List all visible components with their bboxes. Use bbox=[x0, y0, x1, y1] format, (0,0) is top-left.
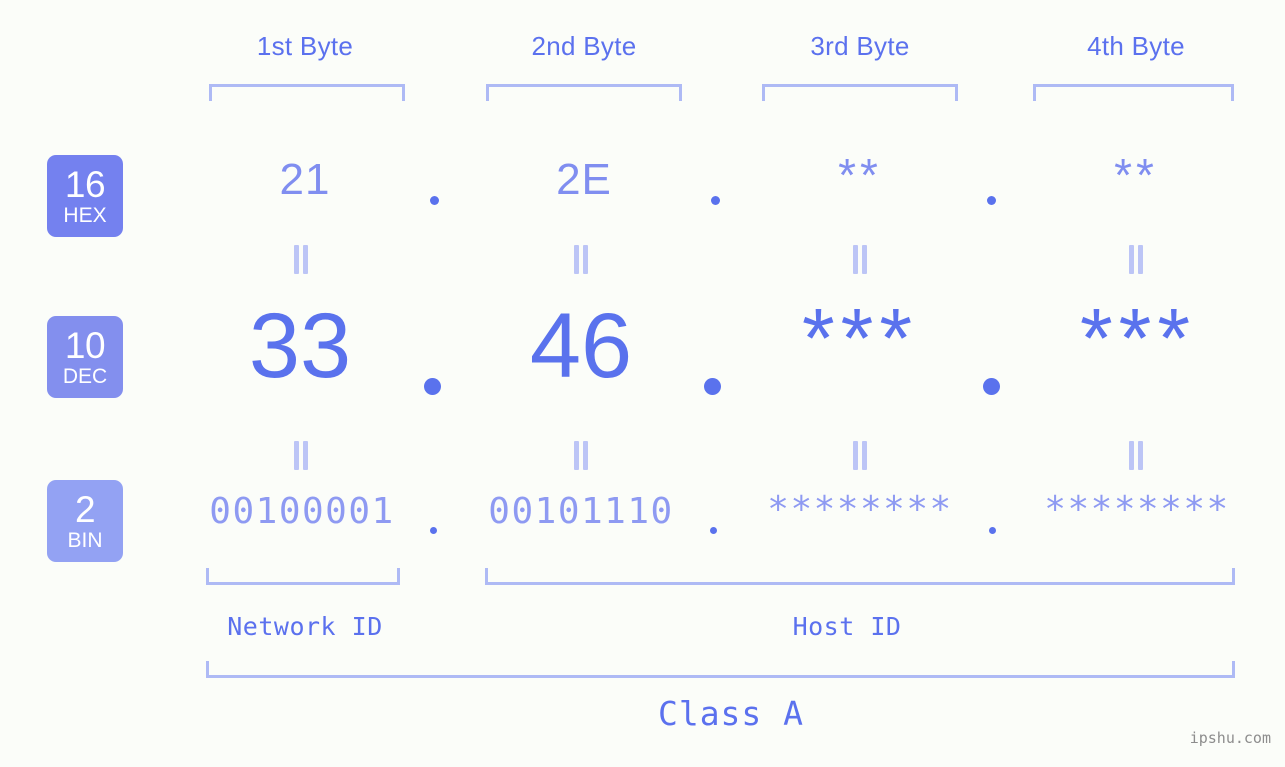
hex-separator-1 bbox=[430, 196, 439, 205]
hex-byte-1: 21 bbox=[279, 155, 331, 204]
class-bracket bbox=[206, 661, 1235, 678]
equals-mark-dec-bin-3 bbox=[851, 441, 869, 470]
site-watermark: ipshu.com bbox=[1189, 729, 1271, 747]
base-badge-bin-number: 2 bbox=[74, 489, 96, 530]
byte-header-3: 3rd Byte bbox=[810, 31, 910, 61]
equals-mark-hex-dec-1 bbox=[292, 245, 310, 274]
base-badge-bin: 2 BIN bbox=[47, 480, 123, 562]
base-badge-hex: 16 HEX bbox=[47, 155, 123, 237]
equals-mark-hex-dec-2 bbox=[572, 245, 590, 274]
byte-bracket-1 bbox=[209, 84, 405, 101]
equals-mark-hex-dec-4 bbox=[1127, 245, 1145, 274]
byte-bracket-3 bbox=[762, 84, 958, 101]
base-badge-dec-abbr: DEC bbox=[62, 365, 108, 388]
host-id-label: Host ID bbox=[792, 612, 902, 641]
dec-separator-2 bbox=[704, 378, 721, 395]
base-badge-hex-abbr: HEX bbox=[63, 204, 107, 227]
equals-mark-dec-bin-1 bbox=[292, 441, 310, 470]
bin-separator-2 bbox=[710, 527, 717, 534]
bin-separator-3 bbox=[989, 527, 996, 534]
equals-mark-dec-bin-2 bbox=[572, 441, 590, 470]
network-id-bracket bbox=[206, 568, 400, 585]
hex-separator-3 bbox=[987, 196, 996, 205]
byte-bracket-4 bbox=[1033, 84, 1234, 101]
byte-bracket-2 bbox=[486, 84, 682, 101]
byte-header-1: 1st Byte bbox=[256, 31, 354, 61]
host-id-bracket bbox=[485, 568, 1235, 585]
dec-byte-3: *** bbox=[801, 291, 919, 385]
bin-byte-1: 00100001 bbox=[209, 491, 395, 532]
bin-byte-3: ******** bbox=[767, 489, 953, 530]
base-badge-dec: 10 DEC bbox=[47, 316, 123, 398]
equals-mark-hex-dec-3 bbox=[851, 245, 869, 274]
byte-header-2: 2nd Byte bbox=[531, 31, 637, 61]
hex-byte-3: ** bbox=[838, 149, 882, 201]
bin-byte-2: 00101110 bbox=[488, 491, 674, 532]
class-label: Class A bbox=[657, 694, 805, 733]
ip-address-diagram: 16 HEX 10 DEC 2 BIN 1st Byte 2nd Byte 3r… bbox=[0, 0, 1285, 767]
dec-byte-2: 46 bbox=[529, 295, 633, 397]
dec-separator-1 bbox=[424, 378, 441, 395]
base-badge-dec-number: 10 bbox=[64, 325, 106, 366]
equals-mark-dec-bin-4 bbox=[1127, 441, 1145, 470]
dec-byte-4: *** bbox=[1079, 291, 1197, 385]
bin-separator-1 bbox=[430, 527, 437, 534]
base-badge-hex-number: 16 bbox=[64, 164, 106, 205]
network-id-label: Network ID bbox=[227, 612, 383, 641]
hex-byte-4: ** bbox=[1114, 149, 1158, 201]
hex-byte-2: 2E bbox=[556, 155, 612, 204]
dec-byte-1: 33 bbox=[248, 295, 352, 397]
dec-separator-3 bbox=[983, 378, 1000, 395]
byte-header-4: 4th Byte bbox=[1087, 31, 1185, 61]
bin-byte-4: ******** bbox=[1044, 489, 1230, 530]
hex-separator-2 bbox=[711, 196, 720, 205]
base-badge-bin-abbr: BIN bbox=[67, 529, 103, 552]
